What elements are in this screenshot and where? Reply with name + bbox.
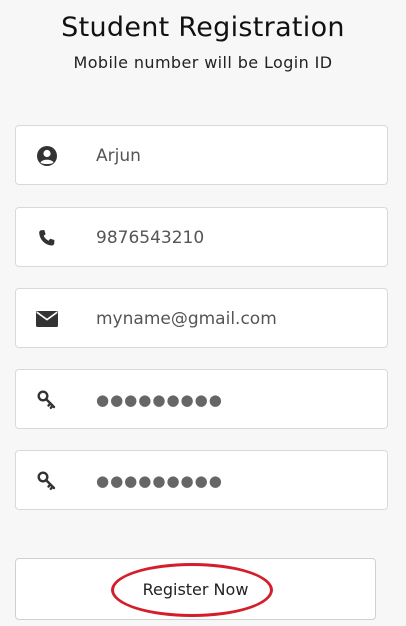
confirm-password-value: ●●●●●●●●● [96,472,223,490]
key-icon [36,389,58,411]
page-subtitle: Mobile number will be Login ID [73,53,333,72]
password-value: ●●●●●●●●● [96,391,223,409]
confirm-password-field[interactable]: ●●●●●●●●● [15,450,388,510]
email-value: myname@gmail.com [96,309,277,329]
registration-page: Student Registration Mobile number will … [0,0,406,626]
name-field[interactable]: Arjun [15,125,388,185]
name-value: Arjun [96,146,141,166]
key-icon [36,470,58,492]
envelope-icon [36,308,58,330]
password-field[interactable]: ●●●●●●●●● [15,369,388,429]
phone-icon [36,227,58,249]
user-circle-icon [36,145,58,167]
email-field[interactable]: myname@gmail.com [15,288,388,348]
mobile-field[interactable]: 9876543210 [15,207,388,267]
page-title: Student Registration [61,12,345,43]
mobile-value: 9876543210 [96,228,205,248]
register-button[interactable]: Register Now [15,558,376,620]
